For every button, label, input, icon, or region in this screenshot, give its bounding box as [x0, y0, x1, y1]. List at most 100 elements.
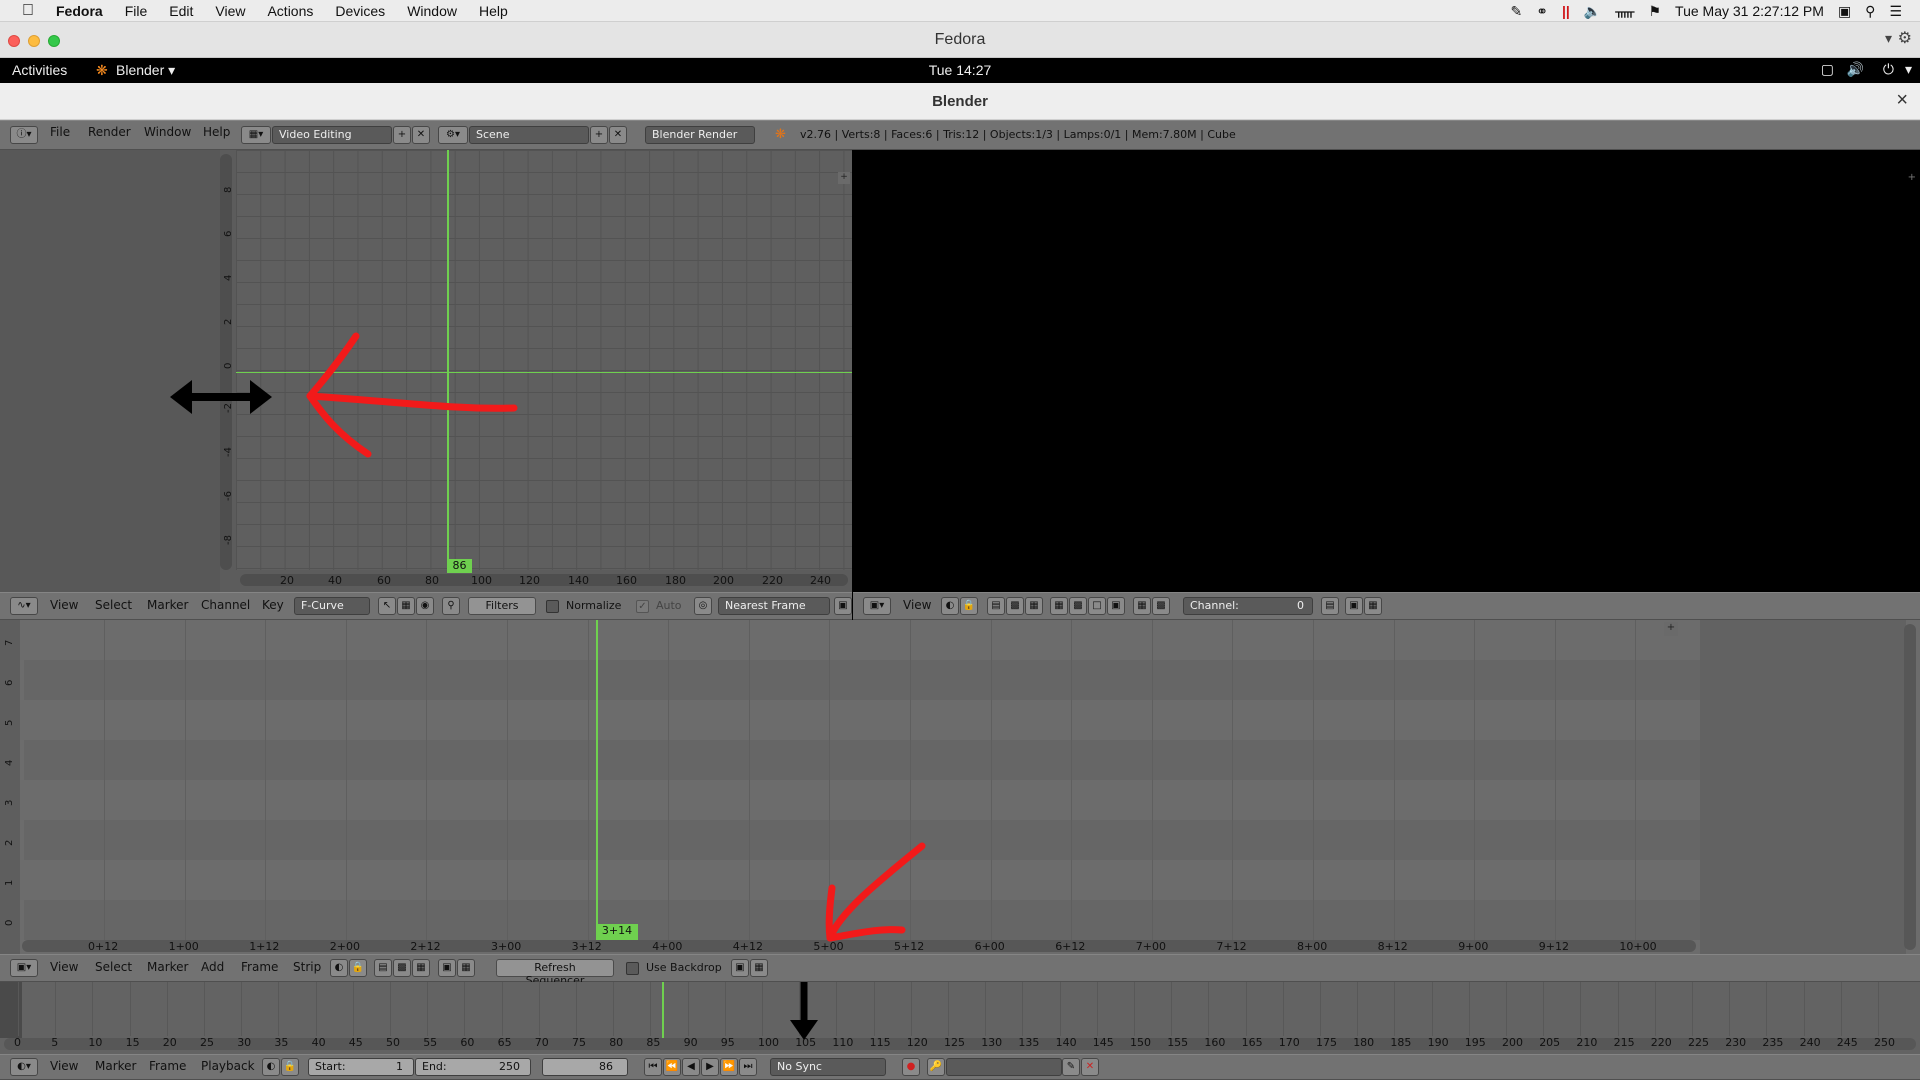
jump-start-icon[interactable]: ⏮ [644, 1058, 662, 1076]
channel-icon-3[interactable]: ▦ [1025, 597, 1043, 615]
remove-scene-icon[interactable]: ✕ [609, 126, 627, 144]
render-icon-2[interactable]: ▦ [1364, 597, 1382, 615]
cursor-icon[interactable]: ↖ [378, 597, 396, 615]
channel-icon-1[interactable]: ▤ [987, 597, 1005, 615]
notification-icon[interactable]: ☰ [1889, 3, 1902, 20]
menubar-clock[interactable]: Tue May 31 2:27:12 PM [1675, 3, 1824, 19]
menu-help[interactable]: Help [203, 125, 230, 139]
timeline-editor-type-icon[interactable]: ◐▾ [10, 1058, 38, 1076]
play-icon[interactable]: ▶ [701, 1058, 719, 1076]
window-icon[interactable]: ▢ [1821, 61, 1834, 78]
display-icon-1[interactable]: ▤ [374, 959, 392, 977]
sequencer-editor[interactable]: 7 6 5 4 3 2 1 0 3+14 + 0+12 1+00 1+12 2+00 2… [0, 620, 1920, 954]
chevron-down-icon[interactable]: ▾ [1905, 61, 1912, 78]
region-toggle-icon[interactable]: + [1908, 172, 1916, 183]
menu-file[interactable]: File [125, 3, 148, 19]
app-menu-button[interactable]: Blender ▾ [116, 62, 175, 79]
gear-icon[interactable]: ⚙ [1898, 28, 1912, 48]
timeline-playhead[interactable] [662, 982, 664, 1038]
render-icon-1[interactable]: ▣ [1345, 597, 1363, 615]
refresh-sequencer-button[interactable]: Refresh Sequencer [496, 959, 614, 987]
copy-keyframes-icon[interactable]: ▣ [834, 597, 852, 615]
bluetooth-icon[interactable]: ᚅ [1615, 3, 1634, 20]
menu-view[interactable]: View [215, 3, 245, 19]
overlay-icon-4[interactable]: ▣ [1107, 597, 1125, 615]
menu-channel[interactable]: Channel [201, 598, 250, 612]
add-scene-icon[interactable]: + [590, 126, 608, 144]
airplay-icon[interactable]: ▣ [1838, 3, 1851, 20]
only-selected-icon[interactable]: ◉ [416, 597, 434, 615]
menu-frame[interactable]: Frame [241, 960, 278, 974]
normalize-checkbox[interactable] [546, 600, 559, 613]
display-icon-3[interactable]: ▦ [412, 959, 430, 977]
overlay-icon-2[interactable]: ▦ [457, 959, 475, 977]
close-icon[interactable]: × [1896, 89, 1908, 112]
menu-frame[interactable]: Frame [149, 1059, 186, 1073]
lock-icon[interactable]: 🔒 [960, 597, 978, 615]
display-icon-2[interactable]: ▩ [393, 959, 411, 977]
render-engine-select[interactable]: Blender Render [645, 126, 755, 144]
menu-marker[interactable]: Marker [147, 598, 188, 612]
menu-render[interactable]: Render [88, 125, 131, 139]
activities-button[interactable]: Activities [12, 62, 67, 78]
menu-playback[interactable]: Playback [201, 1059, 255, 1073]
menu-view[interactable]: View [50, 598, 78, 612]
info-editor-type-icon[interactable]: ⓘ▾ [10, 126, 38, 144]
filters-button[interactable]: Filters [468, 597, 536, 615]
dropbox-icon[interactable]: ✎ [1511, 3, 1523, 20]
screen-layout-icon[interactable]: ▦▾ [241, 126, 271, 144]
channel-icon-2[interactable]: ▩ [1006, 597, 1024, 615]
overlay-icon-3[interactable]: □ [1088, 597, 1106, 615]
creative-cloud-icon[interactable]: ⚭ [1536, 3, 1548, 20]
menu-window[interactable]: Window [144, 125, 191, 139]
menu-view[interactable]: View [50, 1059, 78, 1073]
ghost-icon[interactable]: ▦ [397, 597, 415, 615]
screen-layout-field[interactable]: Video Editing [272, 126, 392, 144]
timeline[interactable]: 0 5 10 15 20 25 30 35 40 45 50 55 60 65 70 75 80 85 90 95 10… [0, 982, 1920, 1058]
menu-view[interactable]: View [903, 598, 931, 612]
menu-file[interactable]: File [50, 125, 70, 139]
play-reverse-icon[interactable]: ◀ [682, 1058, 700, 1076]
prev-keyframe-icon[interactable]: ⏪ [663, 1058, 681, 1076]
menu-devices[interactable]: Devices [335, 3, 385, 19]
sync-select[interactable]: No Sync [770, 1058, 886, 1076]
use-backdrop-checkbox[interactable] [626, 962, 639, 975]
menu-select[interactable]: Select [95, 598, 132, 612]
menu-strip[interactable]: Strip [293, 960, 321, 974]
spotlight-icon[interactable]: ⚲ [1865, 3, 1875, 20]
sequencer-scrollbar-right[interactable] [1904, 624, 1916, 950]
jump-end-icon[interactable]: ⏭ [739, 1058, 757, 1076]
sequencer-editor-type-icon[interactable]: ▣▾ [10, 959, 38, 977]
gizmo-icon-2[interactable]: ▩ [1152, 597, 1170, 615]
menu-marker[interactable]: Marker [147, 960, 188, 974]
proxy-icon[interactable]: ▣ [731, 959, 749, 977]
view-type-icon[interactable]: ◐ [330, 959, 348, 977]
chevron-down-icon[interactable]: ▾ [1885, 30, 1892, 47]
menu-select[interactable]: Select [95, 960, 132, 974]
region-toggle-icon[interactable]: + [1664, 622, 1678, 636]
menu-window[interactable]: Window [407, 3, 457, 19]
next-keyframe-icon[interactable]: ⏩ [720, 1058, 738, 1076]
parallels-icon[interactable]: || [1562, 3, 1570, 19]
start-frame-field[interactable]: Start: 1 [308, 1058, 414, 1076]
keying-set-icon[interactable]: 🔑 [927, 1058, 945, 1076]
menu-actions[interactable]: Actions [267, 3, 313, 19]
volume-icon[interactable]: 🔊 [1847, 61, 1864, 78]
display-mode-icon[interactable]: ◐ [941, 597, 959, 615]
sequencer-y-scrollbar[interactable] [0, 620, 20, 954]
graph-editor-type-icon[interactable]: ∿▾ [10, 597, 38, 615]
overlay-icon-1[interactable]: ▣ [438, 959, 456, 977]
power-icon[interactable]: ⏻ [1883, 61, 1894, 78]
preview-range-icon[interactable]: ◐ [262, 1058, 280, 1076]
lock-icon[interactable]: 🔒 [349, 959, 367, 977]
menu-app-name[interactable]: Fedora [56, 3, 103, 19]
menu-help[interactable]: Help [479, 3, 508, 19]
current-frame-field[interactable]: 86 [542, 1058, 628, 1076]
menu-marker[interactable]: Marker [95, 1059, 136, 1073]
insert-keyframe-icon[interactable]: ✎ [1062, 1058, 1080, 1076]
region-toggle-icon[interactable]: + [838, 172, 850, 184]
add-layout-icon[interactable]: + [393, 126, 411, 144]
gizmo-icon-1[interactable]: ▦ [1133, 597, 1151, 615]
menu-key[interactable]: Key [262, 598, 284, 612]
remove-layout-icon[interactable]: ✕ [412, 126, 430, 144]
